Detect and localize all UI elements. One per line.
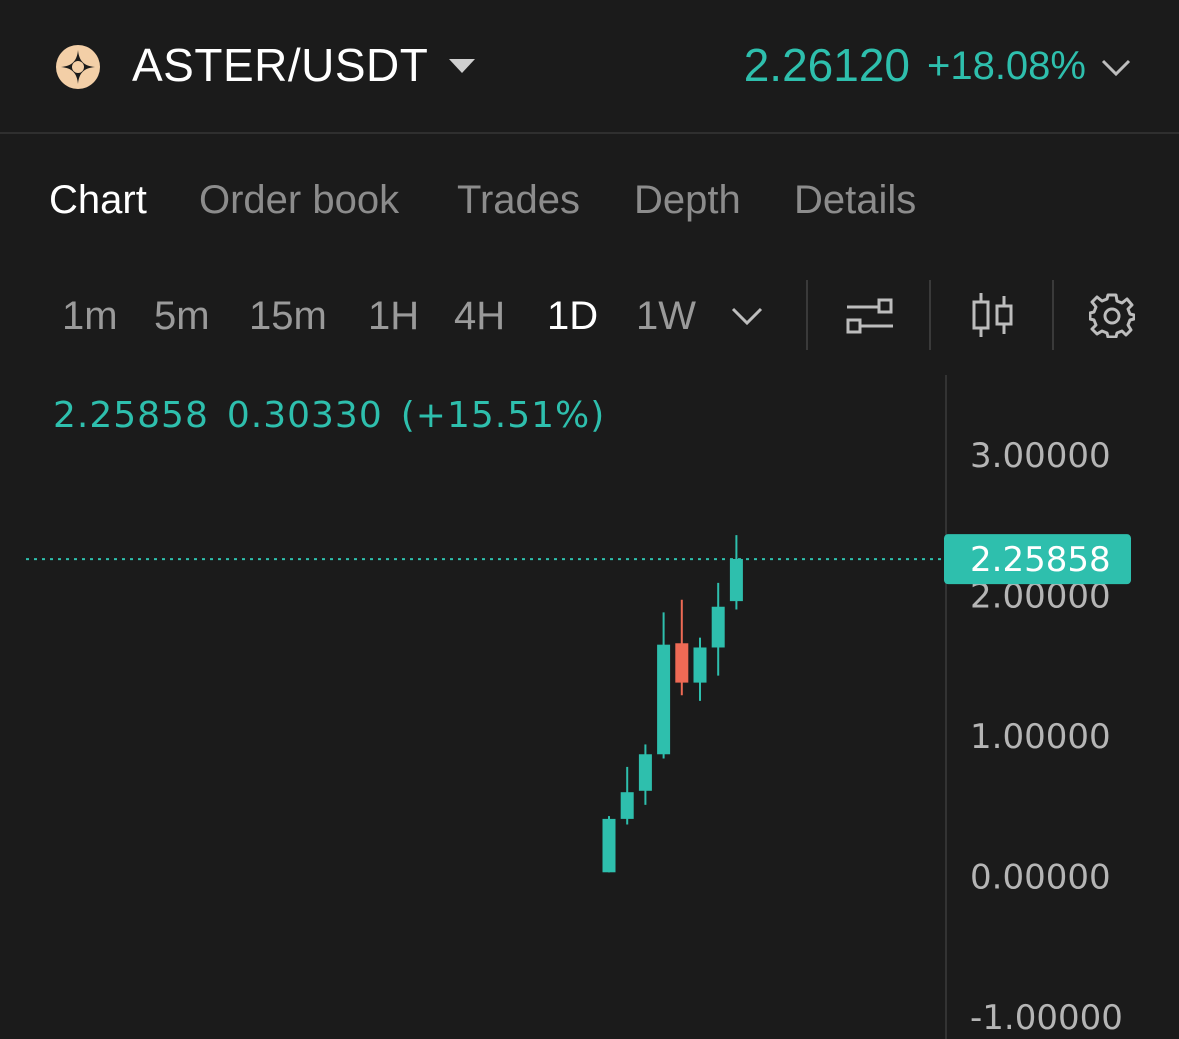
indicators-icon[interactable] (845, 296, 895, 334)
candle-body[interactable] (693, 647, 707, 683)
tab-trades[interactable]: Trades (457, 178, 580, 223)
settings-gear-icon[interactable] (1089, 292, 1135, 338)
market-header: ASTER/USDT 2.26120 +18.08% (0, 0, 1179, 132)
y-axis-tick-label: 3.00000 (970, 436, 1111, 476)
caret-down-icon[interactable] (447, 56, 477, 76)
candle-body[interactable] (602, 818, 616, 873)
candle-body[interactable] (620, 792, 634, 819)
timeframe-5m[interactable]: 5m (154, 294, 210, 339)
timeframe-15m[interactable]: 15m (249, 294, 327, 339)
tab-depth[interactable]: Depth (634, 178, 741, 223)
timeframe-4h[interactable]: 4H (454, 294, 505, 339)
candle-body[interactable] (675, 643, 689, 683)
candle-body[interactable] (638, 754, 652, 791)
timeframe-1d[interactable]: 1D (547, 294, 598, 339)
price-change-percent: +18.08% (926, 44, 1086, 88)
trading-pair-selector[interactable]: ASTER/USDT (132, 38, 428, 92)
y-axis-tick-label: -1.00000 (970, 998, 1123, 1038)
y-axis-tick-label: 1.00000 (970, 717, 1111, 757)
candlestick-type-icon[interactable] (970, 290, 1016, 340)
tab-details[interactable]: Details (794, 178, 916, 223)
candle-body[interactable] (657, 644, 671, 755)
y-axis-tick-label: 0.00000 (970, 858, 1111, 898)
toolbar-separator (806, 280, 808, 350)
chart-toolbar: 1m 5m 15m 1H 4H 1D 1W (0, 280, 1179, 352)
candlestick-chart[interactable]: 3.000002.000001.000000.00000-1.000002.25… (0, 375, 1179, 1039)
last-price: 2.26120 (743, 39, 910, 91)
toolbar-separator (929, 280, 931, 350)
header-divider (0, 132, 1179, 134)
chevron-down-icon[interactable] (730, 304, 764, 328)
view-tabs: Chart Order book Trades Depth Details (0, 170, 1179, 230)
aster-logo-icon (56, 45, 100, 89)
last-price-tag-label: 2.25858 (970, 540, 1111, 580)
timeframe-1m[interactable]: 1m (62, 294, 118, 339)
candle-body[interactable] (711, 606, 725, 648)
tab-chart[interactable]: Chart (49, 178, 147, 223)
candle-body[interactable] (729, 558, 743, 602)
toolbar-separator (1052, 280, 1054, 350)
tab-order-book[interactable]: Order book (199, 178, 399, 223)
chevron-down-icon[interactable] (1100, 56, 1132, 80)
timeframe-1h[interactable]: 1H (368, 294, 419, 339)
timeframe-1w[interactable]: 1W (636, 294, 696, 339)
